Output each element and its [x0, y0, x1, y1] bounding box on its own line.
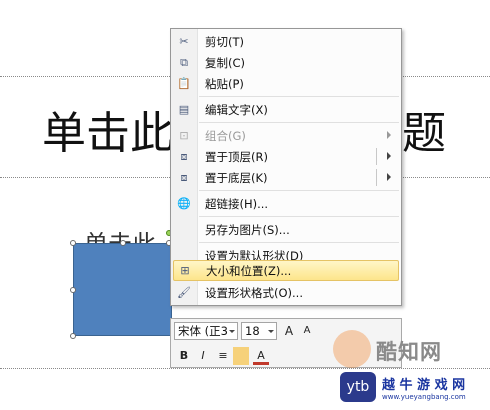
format-shape-icon: 🖌	[177, 286, 191, 299]
menu-item-label: 另存为图片(S)...	[205, 222, 290, 237]
menu-separator	[199, 122, 399, 123]
menu-item-label: 粘贴(P)	[205, 76, 244, 91]
paste-icon: 📋	[177, 77, 191, 90]
menu-separator	[199, 96, 399, 97]
menu-item-edit-text[interactable]: ▤ 编辑文字(X)	[173, 99, 399, 120]
menu-separator	[199, 190, 399, 191]
menu-item-bring-to-front[interactable]: ⧈ 置于顶层(R)	[173, 146, 399, 167]
watermark-badge: ytb	[340, 372, 376, 402]
resize-handle-top[interactable]	[120, 240, 126, 246]
scissors-icon: ✂	[179, 35, 189, 48]
font-name-value: 宋体 (正3	[178, 324, 228, 338]
slide-title-placeholder[interactable]: 单击此	[42, 112, 174, 156]
watermark-brand: 酷知网	[376, 340, 442, 364]
size-position-icon: ⊞	[180, 264, 190, 277]
menu-item-label: 编辑文字(X)	[205, 102, 268, 117]
shrink-font-button[interactable]: A	[299, 322, 315, 340]
resize-handle-bottom-left[interactable]	[70, 333, 76, 339]
menu-item-send-to-back[interactable]: ⧈ 置于底层(K)	[173, 167, 399, 188]
send-to-back-icon: ⧈	[180, 170, 188, 184]
split-divider	[376, 148, 377, 165]
menu-item-format-shape[interactable]: 🖌 设置形状格式(O)...	[173, 282, 399, 303]
group-icon: ⊡	[179, 129, 189, 142]
font-size-value: 18	[245, 324, 260, 338]
menu-item-label: 设置形状格式(O)...	[205, 285, 303, 300]
menu-item-label: 组合(G)	[205, 128, 246, 143]
slide-title-placeholder-tail[interactable]: 题	[402, 112, 446, 156]
submenu-arrow-icon	[387, 131, 391, 139]
edit-text-icon: ▤	[178, 103, 190, 116]
copy-icon: ⧉	[180, 55, 188, 69]
menu-item-save-as-picture[interactable]: 另存为图片(S)...	[173, 219, 399, 240]
watermark-url: www.yueyangbang.com	[382, 393, 466, 401]
submenu-arrow-icon[interactable]	[387, 173, 391, 181]
submenu-arrow-icon[interactable]	[387, 152, 391, 160]
menu-item-hyperlink[interactable]: 🌐 超链接(H)...	[173, 193, 399, 214]
menu-item-group: ⊡ 组合(G)	[173, 125, 399, 146]
bring-to-front-icon: ⧈	[180, 149, 188, 163]
resize-handle-left[interactable]	[70, 287, 76, 293]
context-menu: ✂ 剪切(T) ⧉ 复制(C) 📋 粘贴(P) ▤ 编辑文字(X) ⊡ 组合(G…	[170, 28, 402, 306]
menu-item-copy[interactable]: ⧉ 复制(C)	[173, 52, 399, 73]
italic-button[interactable]: I	[195, 347, 211, 365]
hyperlink-icon: 🌐	[177, 197, 191, 210]
watermark-logo-icon	[333, 330, 371, 368]
bold-button[interactable]: B	[176, 347, 192, 365]
font-size-select[interactable]: 18	[241, 322, 277, 340]
menu-item-label: 剪切(T)	[205, 34, 244, 49]
watermark-site-name: 越 牛 游 戏 网	[382, 378, 466, 393]
menu-item-paste[interactable]: 📋 粘贴(P)	[173, 73, 399, 94]
menu-item-label: 复制(C)	[205, 55, 246, 70]
menu-item-cut[interactable]: ✂ 剪切(T)	[173, 31, 399, 52]
menu-item-label: 置于顶层(R)	[205, 149, 268, 164]
menu-item-label: 大小和位置(Z)...	[206, 263, 292, 278]
menu-separator	[199, 216, 399, 217]
split-divider	[376, 169, 377, 186]
selected-rectangle-shape[interactable]	[73, 243, 172, 336]
font-color-button[interactable]: A	[253, 347, 269, 365]
resize-handle-top-left[interactable]	[70, 240, 76, 246]
chevron-down-icon	[229, 330, 235, 333]
format-painter-button[interactable]	[233, 347, 249, 365]
chevron-down-icon	[268, 330, 274, 333]
guide-line-bottom	[0, 368, 490, 369]
menu-item-label: 置于底层(K)	[205, 170, 268, 185]
menu-item-label: 超链接(H)...	[205, 196, 269, 211]
menu-separator	[199, 242, 399, 243]
menu-item-size-and-position[interactable]: ⊞ 大小和位置(Z)...	[173, 260, 399, 281]
font-name-select[interactable]: 宋体 (正3	[174, 322, 238, 340]
align-button[interactable]: ≡	[215, 347, 231, 365]
grow-font-button[interactable]: A	[281, 322, 297, 340]
